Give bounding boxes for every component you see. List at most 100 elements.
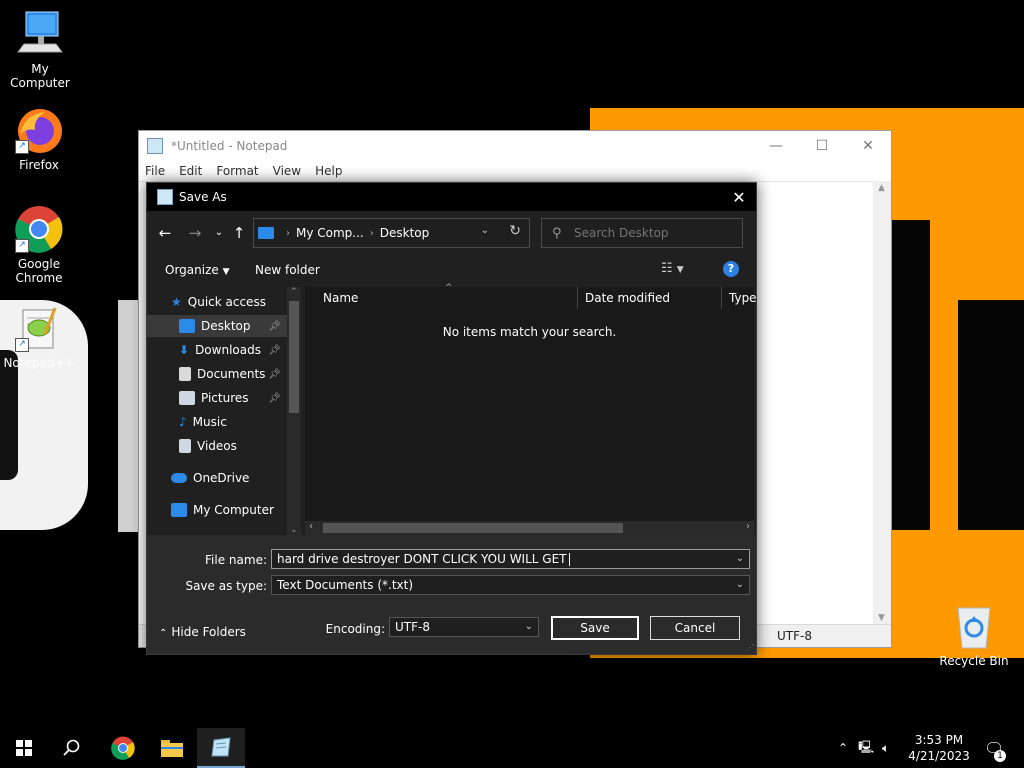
minimize-icon[interactable]: — <box>753 131 799 161</box>
nav-item-my-computer[interactable]: My Computer <box>147 499 287 521</box>
scroll-up-icon[interactable]: ▲ <box>878 183 885 193</box>
organize-button[interactable]: Organize ▼ <box>165 263 230 277</box>
menu-edit[interactable]: Edit <box>179 164 202 178</box>
desktop-folder-icon <box>179 319 195 333</box>
pin-icon: 📌︎ <box>268 344 281 356</box>
volume-icon[interactable]: 🔈︎ <box>882 741 889 756</box>
scrollbar-thumb[interactable] <box>289 301 299 413</box>
start-button[interactable] <box>0 728 48 768</box>
desktop-icon-recycle-bin[interactable]: Recycle Bin <box>934 602 1014 668</box>
search-input[interactable] <box>572 225 736 241</box>
nav-item-videos[interactable]: Videos <box>147 435 287 457</box>
hide-folders-label: Hide Folders <box>171 625 246 639</box>
save-button[interactable]: Save <box>551 616 639 640</box>
desktop-icon-notepad-plus-plus[interactable]: ↗ Notepad++ <box>0 304 79 370</box>
maximize-icon[interactable]: ☐ <box>799 131 845 161</box>
taskbar-file-explorer-button[interactable] <box>148 728 196 768</box>
breadcrumb-my-computer[interactable]: My Comp... <box>296 226 364 240</box>
hide-folders-button[interactable]: ⌃ Hide Folders <box>159 625 246 639</box>
help-icon[interactable]: ? <box>723 261 739 277</box>
up-button[interactable]: ↑ <box>229 223 249 243</box>
menu-format[interactable]: Format <box>216 164 258 178</box>
nav-item-quick-access[interactable]: ★ Quick access <box>147 291 287 313</box>
back-button[interactable]: ← <box>155 223 175 243</box>
nav-item-label: Downloads <box>195 343 261 357</box>
notepad-plus-plus-icon: ↗ <box>15 304 63 352</box>
nav-item-desktop[interactable]: Desktop 📌︎ <box>147 315 287 337</box>
nav-item-pictures[interactable]: Pictures 📌︎ <box>147 387 287 409</box>
column-header-type[interactable]: Type <box>729 287 757 309</box>
nav-item-documents[interactable]: Documents 📌︎ <box>147 363 287 385</box>
search-button[interactable] <box>48 728 96 768</box>
wallpaper-grey-shape <box>118 300 140 532</box>
desktop-icon-label: My Computer <box>10 62 70 90</box>
scroll-up-icon[interactable]: ⌃ <box>290 287 298 297</box>
scroll-left-icon[interactable]: ‹ <box>309 521 313 532</box>
breadcrumb-desktop[interactable]: Desktop <box>380 226 430 240</box>
chrome-icon: ↗ <box>15 205 63 253</box>
column-divider[interactable] <box>577 287 578 309</box>
encoding-value: UTF-8 <box>395 620 430 634</box>
pictures-icon <box>179 391 195 405</box>
notepad-icon <box>211 737 231 757</box>
nav-item-label: My Computer <box>193 503 274 517</box>
taskbar-clock[interactable]: 3:53 PM 4/21/2023 <box>906 732 972 764</box>
desktop-icon-google-chrome[interactable]: ↗ Google Chrome <box>0 205 79 285</box>
desktop-icon-firefox[interactable]: ↗ Firefox <box>0 106 79 172</box>
navigation-pane-scrollbar[interactable]: ⌃ ⌄ <box>287 287 301 535</box>
nav-item-label: Music <box>192 415 227 429</box>
menu-file[interactable]: File <box>145 164 165 178</box>
column-header-name[interactable]: Name <box>323 287 358 309</box>
dialog-title-bar[interactable]: Save As <box>147 183 756 211</box>
notepad-icon <box>147 138 163 154</box>
menu-view[interactable]: View <box>273 164 301 178</box>
scroll-down-icon[interactable]: ▼ <box>878 613 885 623</box>
chevron-down-icon[interactable]: ⌄ <box>481 225 489 236</box>
save-as-type-label: Save as type: <box>185 579 267 593</box>
encoding-select[interactable]: UTF-8 ⌄ <box>389 617 539 637</box>
scrollbar-thumb[interactable] <box>323 523 623 533</box>
recent-locations-button[interactable]: ⌄ <box>209 223 229 243</box>
navigation-pane: ★ Quick access Desktop 📌︎ ⬇ Downloads 📌︎… <box>147 287 305 535</box>
dialog-close-button[interactable]: ✕ <box>722 183 756 211</box>
desktop-icon-my-computer[interactable]: My Computer <box>0 10 80 90</box>
save-as-type-select[interactable]: Text Documents (*.txt) ⌄ <box>271 575 750 595</box>
chevron-down-icon[interactable]: ⌄ <box>736 553 744 564</box>
close-icon[interactable]: ✕ <box>845 131 891 161</box>
search-icon: ⚲ <box>552 225 562 241</box>
file-list-pane: ^ Name Date modified Type No items match… <box>305 283 757 535</box>
desktop-icon-label: Recycle Bin <box>939 654 1009 668</box>
taskbar-chrome-button[interactable] <box>99 728 147 768</box>
cloud-icon <box>171 473 187 483</box>
new-folder-button[interactable]: New folder <box>255 263 320 277</box>
nav-item-onedrive[interactable]: OneDrive <box>147 467 287 489</box>
refresh-icon[interactable]: ↻ <box>509 223 521 239</box>
forward-button[interactable]: → <box>185 223 205 243</box>
documents-icon <box>179 367 191 381</box>
taskbar-notepad-button[interactable] <box>197 728 245 768</box>
resize-grip-icon[interactable]: ⋰ <box>746 643 754 652</box>
notification-center-button[interactable]: 🗨︎ 1 <box>984 728 1006 768</box>
column-divider[interactable] <box>721 287 722 309</box>
column-header-date-modified[interactable]: Date modified <box>585 287 670 309</box>
network-icon[interactable]: 🖳︎ <box>858 738 874 759</box>
nav-item-downloads[interactable]: ⬇ Downloads 📌︎ <box>147 339 287 361</box>
nav-item-music[interactable]: ♪ Music <box>147 411 287 433</box>
videos-icon <box>179 439 191 453</box>
search-box[interactable]: ⚲ <box>541 218 743 248</box>
view-options-icon[interactable]: ☷ ▼ <box>661 261 684 276</box>
cancel-button[interactable]: Cancel <box>650 616 740 640</box>
address-bar[interactable]: › My Comp... › Desktop ⌄ ↻ <box>253 218 530 248</box>
file-list-horizontal-scrollbar[interactable]: ‹ › <box>305 521 754 535</box>
close-icon: ✕ <box>732 187 746 207</box>
notification-count-badge: 1 <box>994 750 1006 762</box>
pin-icon: 📌︎ <box>268 368 281 380</box>
chevron-down-icon: ▼ <box>676 265 684 275</box>
desktop-icon-label: Notepad++ <box>3 356 75 370</box>
scroll-down-icon[interactable]: ⌄ <box>290 525 298 535</box>
file-name-input[interactable]: hard drive destroyer DONT CLICK YOU WILL… <box>271 549 750 569</box>
menu-help[interactable]: Help <box>315 164 342 178</box>
notepad-vertical-scrollbar[interactable]: ▲ ▼ <box>873 181 891 625</box>
show-hidden-icons-icon[interactable]: ⌃ <box>838 741 848 755</box>
scroll-right-icon[interactable]: › <box>746 521 750 532</box>
